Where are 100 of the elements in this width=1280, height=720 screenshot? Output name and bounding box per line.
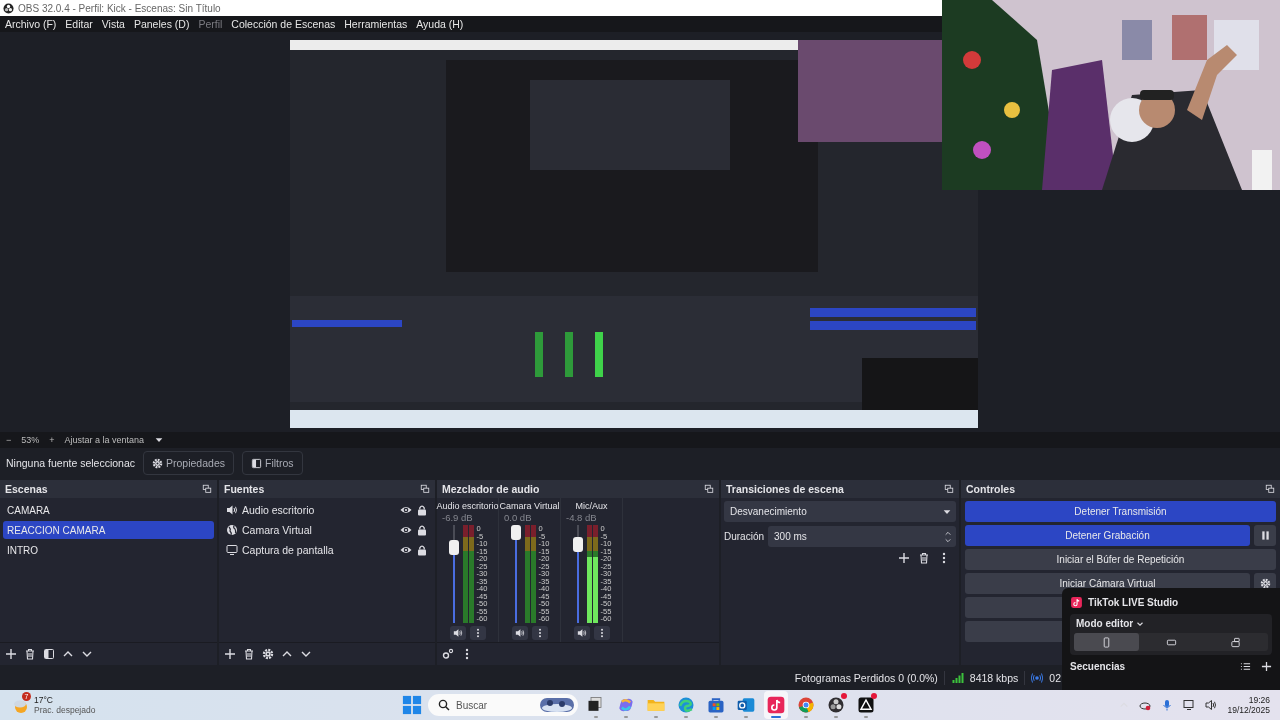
menu-item[interactable]: Paneles (D) (133, 18, 190, 30)
trash-icon[interactable] (243, 648, 255, 660)
plus-icon[interactable] (898, 552, 910, 564)
zoom-in-button[interactable]: + (49, 435, 55, 445)
speaker-icon (576, 628, 587, 638)
control-button[interactable]: Detener Grabación (965, 525, 1250, 546)
mute-button[interactable] (573, 626, 590, 640)
list-icon[interactable] (1240, 661, 1251, 672)
lock-icon[interactable] (416, 524, 428, 536)
notification-dot (871, 693, 877, 699)
zoom-out-button[interactable]: − (6, 435, 12, 445)
network-icon[interactable] (1183, 699, 1196, 711)
menu-item[interactable]: Herramientas (344, 18, 408, 30)
panel-icon[interactable] (43, 648, 55, 660)
layout-icon (1230, 636, 1242, 648)
plus-icon[interactable] (1261, 661, 1272, 672)
more-button[interactable] (469, 626, 486, 640)
trash-icon[interactable] (24, 648, 36, 660)
filters-button[interactable]: Filtros (242, 451, 303, 475)
eye-icon[interactable] (400, 504, 412, 516)
transition-dropdown[interactable]: Desvanecimiento (724, 501, 956, 522)
notification-dot (841, 693, 847, 699)
music-note-icon (766, 695, 786, 715)
duration-field[interactable]: 300 ms (768, 526, 956, 547)
microphone-icon[interactable] (1161, 699, 1174, 711)
volume-slider[interactable] (447, 525, 460, 623)
more-button[interactable] (531, 626, 548, 640)
mute-button[interactable] (511, 626, 528, 640)
source-item[interactable]: Camara Virtual (242, 524, 396, 536)
slider-handle[interactable] (510, 525, 521, 540)
channel-name: Mic/Aux (575, 501, 608, 511)
volume-reading: 0.0 dB (503, 512, 532, 523)
source-item[interactable]: Captura de pantalla (242, 544, 396, 556)
more-button[interactable] (593, 626, 610, 640)
control-button[interactable]: Iniciar el Búfer de Repetición (965, 549, 1276, 570)
properties-button[interactable]: Propiedades (143, 451, 234, 475)
speaker-icon (226, 504, 238, 516)
signal-icon (950, 671, 964, 684)
undock-icon[interactable] (704, 484, 714, 494)
gear-icon[interactable] (262, 648, 274, 660)
clock-time: 19:26 (1248, 695, 1270, 705)
triangle-logo-icon (856, 695, 876, 715)
pause-button[interactable] (1254, 525, 1276, 546)
caret-icon[interactable] (154, 435, 165, 445)
menu-item[interactable]: Archivo (F) (5, 18, 57, 30)
undock-icon[interactable] (202, 484, 212, 494)
undock-icon[interactable] (420, 484, 430, 494)
volume-icon[interactable] (1205, 699, 1218, 711)
volume-slider[interactable] (571, 525, 584, 623)
search-field[interactable]: Buscar (428, 694, 578, 716)
clock-date: 19/12/2025 (1227, 705, 1270, 715)
scene-item[interactable]: REACCION CAMARA (3, 521, 214, 539)
mute-button[interactable] (449, 626, 466, 640)
mode-dropdown[interactable]: Modo editor (1076, 618, 1134, 629)
dock-title: Escenas (5, 483, 48, 495)
dock-title: Controles (966, 483, 1015, 495)
dock-title: Transiciones de escena (726, 483, 844, 495)
monitor-icon (226, 544, 238, 556)
fit-to-window-option[interactable]: Ajustar a la ventana (64, 435, 145, 445)
bitrate: 8418 kbps (969, 671, 1019, 684)
temperature: 17°C (34, 695, 54, 705)
undock-icon[interactable] (944, 484, 954, 494)
cloud-icon[interactable] (1139, 699, 1152, 711)
slider-handle[interactable] (448, 539, 459, 555)
undock-icon[interactable] (1265, 484, 1275, 494)
dropped-frames: Fotogramas Perdidos 0 (0.0%) (794, 671, 938, 684)
windows-start-icon[interactable] (402, 695, 422, 715)
eye-icon[interactable] (400, 544, 412, 556)
spin-up-icon (944, 529, 952, 537)
scene-item[interactable]: CAMARA (3, 501, 214, 519)
gear-icon (152, 457, 163, 469)
plus-icon[interactable] (5, 648, 17, 660)
speaker-icon (452, 628, 463, 638)
section-title: Secuencias (1070, 661, 1127, 672)
spin-down-icon (944, 536, 952, 544)
lock-icon[interactable] (416, 504, 428, 516)
menu-item[interactable]: Colección de Escenas (231, 18, 336, 30)
window-title: OBS 32.0.4 - Perfil: Kick - Escenas: Sin Título (18, 2, 221, 14)
zoom-level: 53% (21, 435, 40, 445)
search-icon (438, 699, 450, 711)
menu-item[interactable]: Ayuda (H) (416, 18, 464, 30)
volume-slider[interactable] (509, 525, 522, 623)
plus-icon[interactable] (224, 648, 236, 660)
lock-icon[interactable] (416, 544, 428, 556)
duration-label: Duración (724, 531, 765, 542)
speaker-icon (514, 628, 525, 638)
volume-reading: -4.8 dB (565, 512, 597, 523)
menu-item[interactable]: Editar (65, 18, 93, 30)
eye-icon[interactable] (400, 524, 412, 536)
weather-summary: Prac. despejado (34, 705, 96, 715)
music-note-icon (1070, 595, 1083, 609)
globe-icon (226, 524, 238, 536)
volume-reading: -6.9 dB (441, 512, 473, 523)
slider-handle[interactable] (572, 536, 583, 552)
menu-item[interactable]: Vista (101, 18, 125, 30)
control-button[interactable]: Detener Transmisión (965, 501, 1276, 522)
scene-item[interactable]: INTRO (3, 541, 214, 559)
source-item[interactable]: Audio escritorio (242, 504, 396, 516)
trash-icon[interactable] (918, 552, 930, 564)
selected-source-label: Ninguna fuente seleccionac (6, 457, 135, 469)
